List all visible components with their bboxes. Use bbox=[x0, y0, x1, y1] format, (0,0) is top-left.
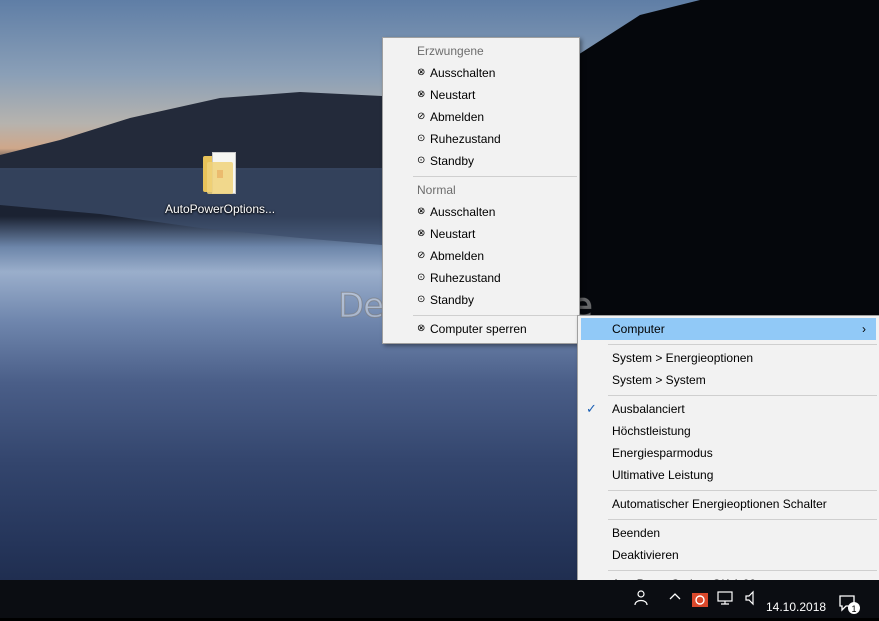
folder-icon bbox=[203, 152, 237, 194]
computer-submenu: Erzwungene ⊗ Ausschalten ⊗ Neustart ⊘ Ab… bbox=[382, 37, 580, 344]
forced-standby-item[interactable]: ⊙ Standby bbox=[383, 150, 579, 172]
forced-restart-item[interactable]: ⊗ Neustart bbox=[383, 84, 579, 106]
separator bbox=[608, 490, 877, 491]
ultimate-performance-plan-item[interactable]: Ultimative Leistung bbox=[578, 464, 879, 486]
shutdown-icon: ⊗ bbox=[417, 206, 426, 217]
header-forced: Erzwungene bbox=[417, 44, 484, 58]
tray-context-menu: Computer › System > Energieoptionen Syst… bbox=[577, 315, 879, 599]
notification-count: 1 bbox=[851, 604, 856, 614]
lock-icon: ⊗ bbox=[417, 323, 426, 334]
hibernate-icon: ⊙ bbox=[417, 133, 426, 144]
person-icon[interactable] bbox=[634, 590, 648, 609]
normal-restart-item[interactable]: ⊗ Neustart bbox=[383, 223, 579, 245]
checkmark-icon: ✓ bbox=[586, 401, 597, 416]
computer-menu-item[interactable]: Computer › bbox=[581, 318, 876, 340]
notification-icon[interactable]: 1 bbox=[838, 594, 862, 616]
forced-logoff-item[interactable]: ⊘ Abmelden bbox=[383, 106, 579, 128]
desktop-icon-autopoweroptions[interactable]: AutoPowerOptions... bbox=[160, 152, 280, 216]
disable-item[interactable]: Deaktivieren bbox=[578, 544, 879, 566]
lock-computer-item[interactable]: ⊗ Computer sperren bbox=[383, 318, 579, 340]
separator bbox=[413, 176, 577, 177]
auto-switch-item[interactable]: Automatischer Energieoptionen Schalter bbox=[578, 493, 879, 515]
normal-standby-item[interactable]: ⊙ Standby bbox=[383, 289, 579, 311]
header-normal: Normal bbox=[417, 183, 456, 197]
chevron-up-icon[interactable] bbox=[668, 590, 682, 607]
hibernate-icon: ⊙ bbox=[417, 272, 426, 283]
system-system-item[interactable]: System > System bbox=[578, 369, 879, 391]
chevron-right-icon: › bbox=[862, 322, 866, 336]
app-tray-icon[interactable] bbox=[692, 593, 708, 610]
system-energy-options-item[interactable]: System > Energieoptionen bbox=[578, 347, 879, 369]
separator bbox=[608, 519, 877, 520]
normal-logoff-item[interactable]: ⊘ Abmelden bbox=[383, 245, 579, 267]
forced-shutdown-item[interactable]: ⊗ Ausschalten bbox=[383, 62, 579, 84]
separator bbox=[608, 344, 877, 345]
power-saver-plan-item[interactable]: Energiesparmodus bbox=[578, 442, 879, 464]
network-icon[interactable] bbox=[716, 590, 734, 609]
standby-icon: ⊙ bbox=[417, 155, 426, 166]
standby-icon: ⊙ bbox=[417, 294, 426, 305]
desktop-icon-label: AutoPowerOptions... bbox=[164, 202, 276, 216]
logoff-icon: ⊘ bbox=[417, 111, 426, 122]
high-performance-plan-item[interactable]: Höchstleistung bbox=[578, 420, 879, 442]
forced-hibernate-item[interactable]: ⊙ Ruhezustand bbox=[383, 128, 579, 150]
normal-hibernate-item[interactable]: ⊙ Ruhezustand bbox=[383, 267, 579, 289]
shutdown-icon: ⊗ bbox=[417, 67, 426, 78]
quit-item[interactable]: Beenden bbox=[578, 522, 879, 544]
separator bbox=[608, 395, 877, 396]
separator bbox=[608, 570, 877, 571]
balanced-plan-item[interactable]: ✓ Ausbalanciert bbox=[578, 398, 879, 420]
restart-icon: ⊗ bbox=[417, 89, 426, 100]
logoff-icon: ⊘ bbox=[417, 250, 426, 261]
separator bbox=[413, 315, 577, 316]
volume-icon[interactable] bbox=[744, 590, 760, 609]
normal-shutdown-item[interactable]: ⊗ Ausschalten bbox=[383, 201, 579, 223]
restart-icon: ⊗ bbox=[417, 228, 426, 239]
clock-date[interactable]: 14.10.2018 bbox=[766, 600, 826, 614]
